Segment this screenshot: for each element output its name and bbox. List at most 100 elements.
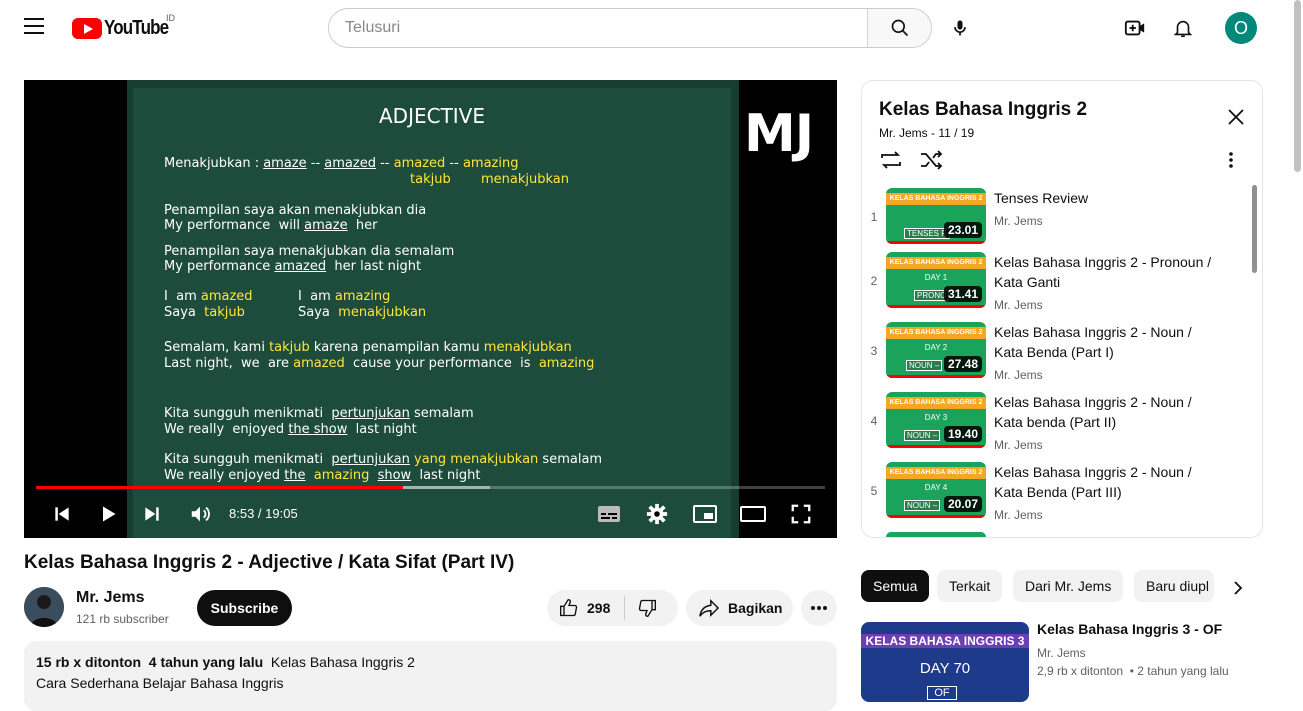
country-code: ID bbox=[166, 13, 175, 23]
subscribe-button[interactable]: Subscribe bbox=[197, 590, 292, 626]
playlist-item-channel: Mr. Jems bbox=[994, 298, 1043, 312]
playlist-item-channel: Mr. Jems bbox=[994, 368, 1043, 382]
chips-next-button[interactable] bbox=[1226, 576, 1250, 600]
progress-bar[interactable] bbox=[36, 486, 825, 489]
related-video-title[interactable]: Kelas Bahasa Inggris 3 - OF bbox=[1037, 621, 1222, 637]
playlist-item-thumbnail: KELAS BAHASA INGGRIS 2 DAY 1 PRONO 31.41 bbox=[886, 252, 986, 308]
page-scrollbar[interactable] bbox=[1292, 0, 1303, 697]
previous-button[interactable] bbox=[48, 500, 76, 528]
channel-avatar[interactable] bbox=[24, 587, 64, 627]
logo-text: YouTube bbox=[104, 16, 169, 39]
playlist-item-index: 3 bbox=[870, 344, 878, 358]
slide-line: Last night, we are amazed cause your per… bbox=[164, 356, 595, 371]
subtitles-button[interactable] bbox=[594, 500, 624, 528]
chip-from-channel[interactable]: Dari Mr. Jems bbox=[1013, 570, 1124, 602]
slide-board: ADJECTIVE Menakjubkan : amaze -- amazed … bbox=[127, 80, 739, 538]
notifications-button[interactable] bbox=[1163, 8, 1203, 48]
share-icon bbox=[699, 598, 720, 618]
skip-next-icon bbox=[145, 507, 159, 521]
playlist-more-button[interactable] bbox=[1228, 151, 1234, 174]
time-display: 8:53 / 19:05 bbox=[229, 506, 298, 521]
loop-button[interactable] bbox=[879, 149, 903, 176]
chip-related[interactable]: Terkait bbox=[937, 570, 1003, 602]
share-button[interactable]: Bagikan bbox=[686, 590, 793, 626]
playlist-scrollbar[interactable] bbox=[1252, 185, 1257, 273]
thumb-day: DAY 2 bbox=[924, 343, 948, 352]
slide-content: ADJECTIVE Menakjubkan : amaze -- amazed … bbox=[133, 88, 731, 538]
menu-icon[interactable] bbox=[24, 18, 46, 38]
video-player[interactable]: ADJECTIVE Menakjubkan : amaze -- amazed … bbox=[24, 80, 837, 538]
search-box: Telusuri bbox=[328, 8, 932, 48]
gear-icon bbox=[646, 503, 668, 525]
more-actions-button[interactable] bbox=[801, 590, 837, 626]
shuffle-button[interactable] bbox=[919, 149, 943, 176]
slide-line: Semalam, kami takjub karena penampilan k… bbox=[164, 340, 572, 355]
share-label: Bagikan bbox=[728, 600, 783, 616]
description-box[interactable]: 15 rb x ditonton 4 tahun yang lalu Kelas… bbox=[24, 641, 837, 711]
thumb-day: DAY 1 bbox=[924, 273, 948, 282]
playlist-item-index: 4 bbox=[870, 414, 878, 428]
related-video-channel[interactable]: Mr. Jems bbox=[1037, 646, 1086, 660]
page-scrollbar-thumb[interactable] bbox=[1294, 0, 1301, 172]
dislike-button[interactable] bbox=[625, 598, 657, 618]
duration-badge: 27.48 bbox=[943, 356, 982, 372]
description-text: Cara Sederhana Belajar Bahasa Inggris bbox=[36, 675, 284, 691]
video-title: Kelas Bahasa Inggris 2 - Adjective / Kat… bbox=[24, 552, 515, 573]
playlist-item-thumbnail: KELAS BAHASA INGGRIS 2 DAY 3 NOUN – 19.4… bbox=[886, 392, 986, 448]
close-playlist-button[interactable] bbox=[1226, 107, 1246, 132]
playlist-item-thumbnail: KELAS BAHASA INGGRIS 2 DAY 4 NOUN – 20.0… bbox=[886, 462, 986, 518]
slide-line: My performance will amaze her bbox=[164, 218, 378, 233]
playlist-item-partial[interactable] bbox=[862, 532, 1252, 537]
playlist-item[interactable]: 1 KELAS BAHASA INGGRIS 2 TENSES R 23.01 … bbox=[862, 188, 1252, 248]
playlist-item[interactable]: 3 KELAS BAHASA INGGRIS 2 DAY 2 NOUN – 27… bbox=[862, 322, 1252, 382]
like-button[interactable]: 298 bbox=[547, 596, 625, 620]
search-button[interactable] bbox=[867, 9, 931, 47]
playlist-item[interactable]: 5 KELAS BAHASA INGGRIS 2 DAY 4 NOUN – 20… bbox=[862, 462, 1252, 522]
slide-line: Menakjubkan : amaze -- amazed -- amazed … bbox=[164, 156, 519, 171]
upload-age: 4 tahun yang lalu bbox=[148, 654, 264, 670]
account-avatar[interactable]: O bbox=[1225, 12, 1257, 44]
duration-badge: 23.01 bbox=[943, 222, 982, 238]
playlist-item[interactable]: 2 KELAS BAHASA INGGRIS 2 DAY 1 PRONO 31.… bbox=[862, 252, 1252, 312]
playlist-item-thumbnail: KELAS BAHASA INGGRIS 2 TENSES R 23.01 bbox=[886, 188, 986, 244]
related-video-thumbnail[interactable]: KELAS BAHASA INGGRIS 3 DAY 70 OF bbox=[861, 622, 1029, 702]
duration-badge: 20.07 bbox=[943, 496, 982, 512]
youtube-logo[interactable]: YouTube ID bbox=[72, 13, 180, 39]
search-input[interactable]: Telusuri bbox=[329, 9, 867, 47]
playlist-item-thumbnail: KELAS BAHASA INGGRIS 2 DAY 2 NOUN – 27.4… bbox=[886, 322, 986, 378]
theater-mode-button[interactable] bbox=[738, 500, 768, 528]
slide-title: ADJECTIVE bbox=[378, 104, 485, 128]
voice-search-button[interactable] bbox=[940, 8, 980, 48]
chip-all[interactable]: Semua bbox=[861, 570, 930, 602]
playlist-item-thumbnail bbox=[886, 532, 986, 537]
settings-button[interactable] bbox=[642, 500, 672, 528]
channel-watermark: MJ bbox=[744, 104, 814, 164]
more-horizontal-icon bbox=[811, 606, 827, 610]
channel-name[interactable]: Mr. Jems bbox=[76, 589, 144, 607]
create-button[interactable] bbox=[1115, 8, 1155, 48]
related-thumb-day: DAY 70 bbox=[919, 660, 971, 677]
next-button[interactable] bbox=[138, 500, 166, 528]
thumb-tag: NOUN – bbox=[904, 430, 941, 441]
playlist-item[interactable]: 4 KELAS BAHASA INGGRIS 2 DAY 3 NOUN – 19… bbox=[862, 392, 1252, 452]
slide-line: Kita sungguh menikmati pertunjukan semal… bbox=[164, 406, 474, 421]
bell-icon bbox=[1173, 20, 1193, 38]
skip-previous-icon bbox=[55, 507, 69, 521]
shuffle-icon bbox=[921, 150, 943, 170]
chip-recently-uploaded[interactable]: Baru diupl bbox=[1134, 570, 1214, 602]
description-playlist-link[interactable]: Kelas Bahasa Inggris 2 bbox=[271, 654, 415, 670]
playlist-item-title: Kelas Bahasa Inggris 2 - Noun / Kata Ben… bbox=[994, 324, 1192, 360]
slide-line: We really enjoyed the amazing show last … bbox=[164, 468, 481, 483]
playlist-item-channel: Mr. Jems bbox=[994, 508, 1043, 522]
subtitles-icon bbox=[598, 506, 620, 522]
view-count: 15 rb x ditonton bbox=[36, 654, 141, 670]
playlist-title[interactable]: Kelas Bahasa Inggris 2 bbox=[879, 99, 1087, 121]
fullscreen-button[interactable] bbox=[786, 500, 816, 528]
play-button[interactable] bbox=[94, 500, 122, 528]
slide-line: My performance amazed her last night bbox=[164, 259, 422, 274]
miniplayer-button[interactable] bbox=[690, 500, 720, 528]
top-bar: YouTube ID Telusuri O bbox=[0, 0, 1303, 56]
thumb-band: KELAS BAHASA INGGRIS 2 bbox=[886, 327, 986, 339]
volume-button[interactable] bbox=[186, 500, 214, 528]
playlist-item-title: Tenses Review bbox=[994, 190, 1089, 206]
